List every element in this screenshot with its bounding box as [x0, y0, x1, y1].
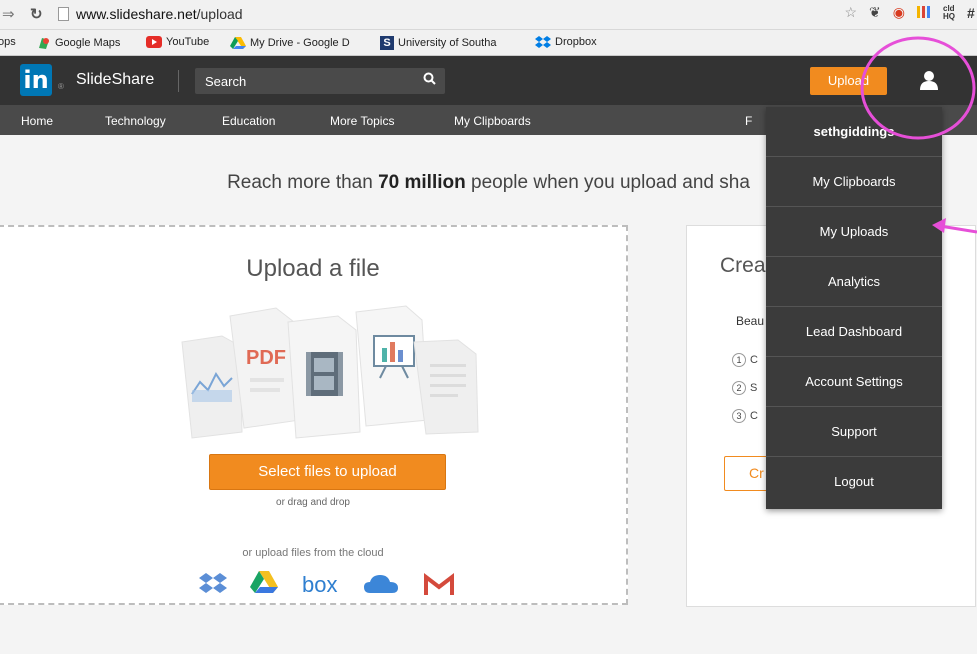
- headline-text: people when you upload and sha: [465, 172, 750, 193]
- bookmark-label: ops: [0, 36, 16, 48]
- bookmark-youtube[interactable]: YouTube: [146, 36, 209, 48]
- menu-item-lead-dashboard[interactable]: Lead Dashboard: [766, 307, 942, 357]
- chart-file-icon: [181, 335, 243, 439]
- nav-technology[interactable]: Technology: [105, 114, 166, 128]
- menu-item-logout[interactable]: Logout: [766, 457, 942, 507]
- hashtag-icon[interactable]: #: [967, 5, 977, 21]
- create-title: Crea: [720, 254, 766, 277]
- forward-icon[interactable]: ⇒: [2, 5, 15, 23]
- bookmark-label: Dropbox: [555, 36, 597, 48]
- upload-button[interactable]: Upload: [810, 67, 887, 95]
- registered-mark: ®: [58, 82, 64, 91]
- bars-icon[interactable]: [917, 5, 931, 21]
- upload-dropzone[interactable]: Upload a file PDF Select files to upload…: [0, 225, 628, 605]
- bookmark-my-drive[interactable]: My Drive - Google D: [230, 36, 350, 50]
- address-bar: ⇒ ↻ www.slideshare.net/upload ☆ ❦ ◉ cld H…: [0, 0, 977, 30]
- step-item: 1C: [732, 353, 758, 367]
- google-drive-icon: [250, 571, 278, 593]
- dropbox-icon: [535, 36, 551, 48]
- dropbox-icon: [199, 573, 227, 593]
- headline-text: Reach more than: [227, 172, 379, 193]
- url-path: /upload: [196, 6, 243, 22]
- site-header: in ® SlideShare Search Upload: [0, 56, 977, 105]
- video-file-icon: [287, 315, 361, 439]
- bookmark-dropbox[interactable]: Dropbox: [535, 36, 597, 48]
- nav-more-topics[interactable]: More Topics: [330, 114, 394, 128]
- bookmark-university[interactable]: S University of Southa: [380, 36, 496, 50]
- headline-highlight: 70 million: [378, 172, 466, 193]
- step-item: 2S: [732, 381, 757, 395]
- google-drive-icon: [230, 37, 246, 49]
- page-icon: [58, 7, 69, 21]
- cloudhq-icon[interactable]: cld HQ: [943, 4, 955, 21]
- cloud-services: box: [199, 571, 454, 597]
- record-icon[interactable]: ◉: [893, 4, 905, 21]
- step-number: 1: [732, 353, 746, 367]
- menu-item-username[interactable]: sethgiddings: [766, 107, 942, 157]
- select-files-button[interactable]: Select files to upload: [209, 454, 446, 490]
- step-number: 3: [732, 409, 746, 423]
- menu-item-my-clipboards[interactable]: My Clipboards: [766, 157, 942, 207]
- bookmarks-bar: ops Google Maps YouTube My Drive - Googl…: [0, 30, 977, 56]
- user-icon[interactable]: [918, 69, 940, 91]
- bookmark-label: University of Southa: [398, 37, 497, 49]
- file-types-illustration: PDF: [181, 305, 479, 439]
- bookmark-label: YouTube: [166, 36, 210, 48]
- step-item: 3C: [732, 409, 758, 423]
- extensions-area: ☆ ❦ ◉ cld HQ #: [844, 4, 977, 21]
- youtube-icon: [146, 36, 162, 48]
- box-icon: box: [302, 572, 337, 597]
- step-text: C: [750, 410, 758, 422]
- gmail-icon: [424, 572, 454, 595]
- svg-text:PDF: PDF: [246, 347, 286, 369]
- menu-item-analytics[interactable]: Analytics: [766, 257, 942, 307]
- bookmark-apps[interactable]: ops: [0, 36, 16, 48]
- search-input[interactable]: Search: [195, 68, 445, 94]
- step-number: 2: [732, 381, 746, 395]
- nav-home[interactable]: Home: [21, 114, 53, 128]
- bookmark-label: My Drive - Google D: [250, 37, 350, 49]
- linkedin-logo[interactable]: in: [20, 64, 52, 96]
- extension-icon[interactable]: ❦: [869, 4, 881, 21]
- url-field[interactable]: www.slideshare.net/upload: [76, 6, 243, 22]
- nav-my-clipboards[interactable]: My Clipboards: [454, 114, 531, 128]
- user-dropdown-menu: sethgiddings My Clipboards My Uploads An…: [766, 107, 942, 509]
- create-subtitle: Beau: [736, 314, 765, 328]
- step-text: S: [750, 382, 758, 394]
- search-icon[interactable]: [423, 72, 437, 86]
- upload-title: Upload a file: [246, 255, 380, 282]
- search-placeholder: Search: [205, 74, 247, 89]
- step-text: C: [750, 354, 758, 366]
- menu-item-my-uploads[interactable]: My Uploads: [766, 207, 942, 257]
- bookmark-google-maps[interactable]: Google Maps: [37, 36, 120, 50]
- menu-item-support[interactable]: Support: [766, 407, 942, 457]
- bookmark-label: Google Maps: [55, 37, 121, 49]
- university-icon: S: [380, 36, 394, 50]
- google-maps-icon: [39, 38, 49, 49]
- divider: [178, 70, 179, 92]
- star-icon[interactable]: ☆: [844, 4, 857, 21]
- onedrive-icon: [364, 575, 398, 593]
- nav-partial[interactable]: F: [745, 114, 752, 128]
- url-domain: www.slideshare.net: [76, 6, 197, 22]
- menu-item-account-settings[interactable]: Account Settings: [766, 357, 942, 407]
- nav-education[interactable]: Education: [222, 114, 275, 128]
- cloud-text: or upload files from the cloud: [242, 547, 384, 559]
- logo-text[interactable]: SlideShare: [76, 71, 154, 89]
- drag-text: or drag and drop: [276, 497, 350, 508]
- reload-icon[interactable]: ↻: [30, 5, 43, 23]
